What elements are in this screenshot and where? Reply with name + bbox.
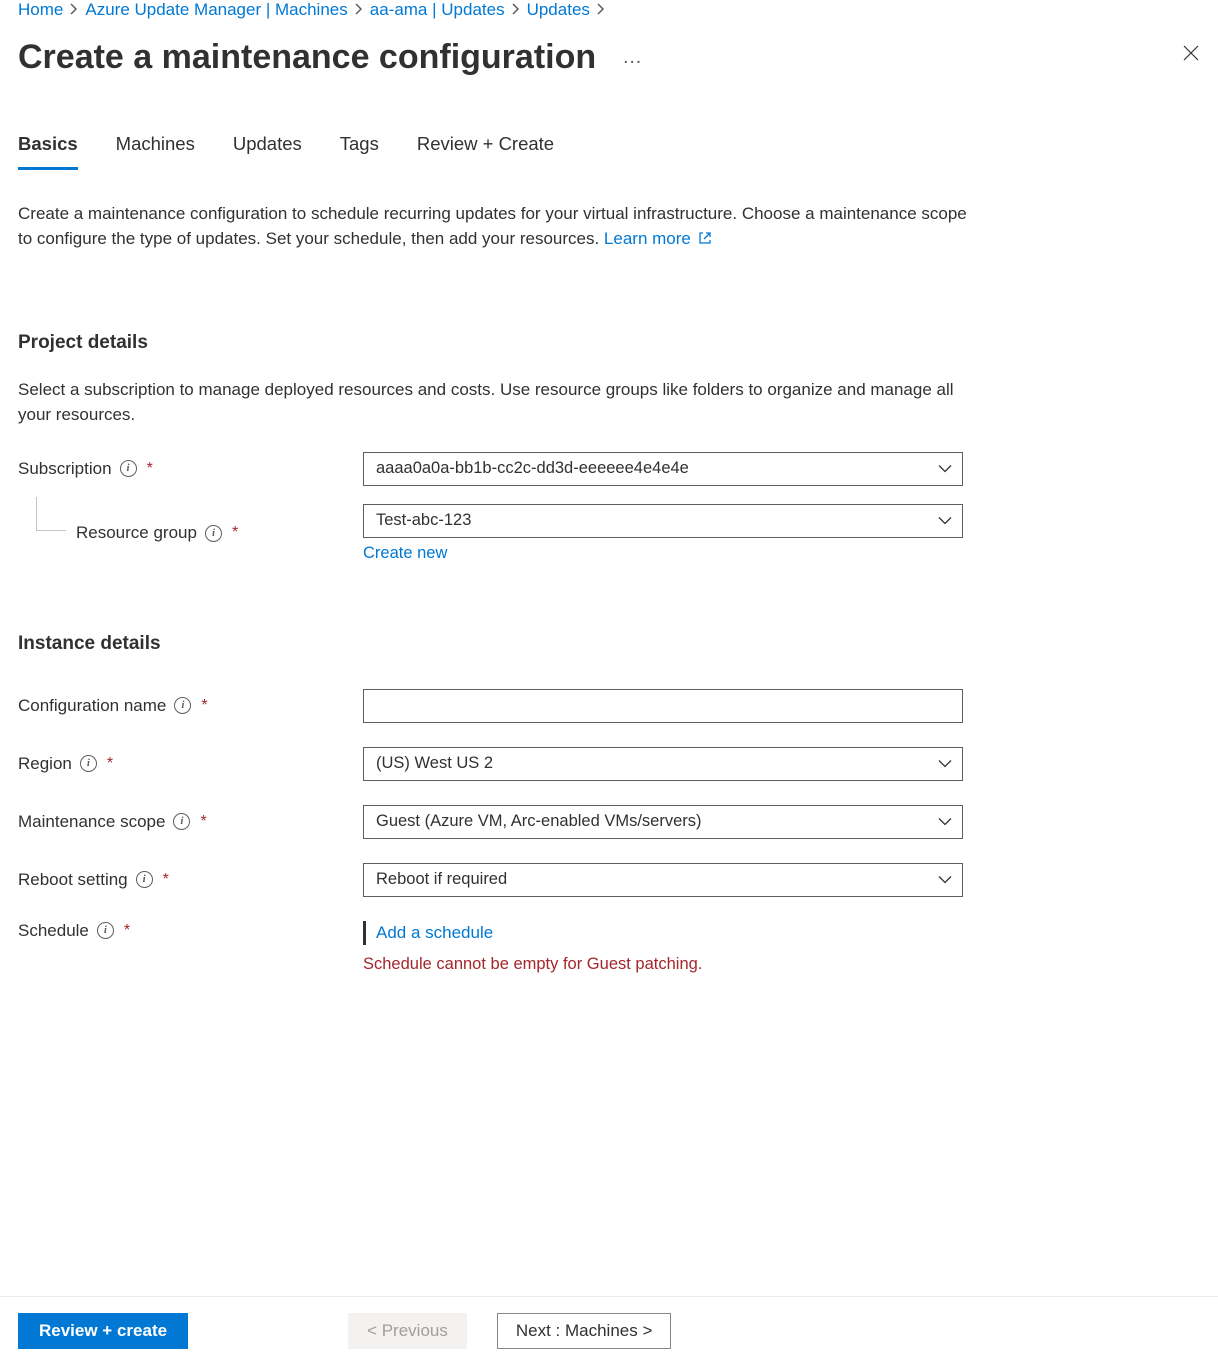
chevron-right-icon	[512, 2, 520, 18]
required-indicator: *	[200, 813, 206, 831]
required-indicator: *	[163, 871, 169, 889]
create-new-link[interactable]: Create new	[363, 544, 963, 563]
breadcrumb: Home Azure Update Manager | Machines aa-…	[18, 0, 1200, 20]
label-schedule: Schedule i *	[18, 921, 363, 941]
label-reboot-setting: Reboot setting i *	[18, 870, 363, 890]
label-resource-group: Resource group i *	[18, 523, 363, 543]
review-create-button[interactable]: Review + create	[18, 1313, 188, 1349]
required-indicator: *	[201, 697, 207, 715]
tab-bar: Basics Machines Updates Tags Review + Cr…	[18, 133, 1200, 170]
reboot-setting-value: Reboot if required	[376, 870, 507, 889]
previous-button: < Previous	[348, 1313, 467, 1349]
section-desc-project-details: Select a subscription to manage deployed…	[18, 378, 958, 427]
close-icon	[1182, 44, 1200, 62]
maintenance-scope-select[interactable]: Guest (Azure VM, Arc-enabled VMs/servers…	[363, 805, 963, 839]
chevron-down-icon	[938, 459, 952, 478]
region-select[interactable]: (US) West US 2	[363, 747, 963, 781]
subscription-value: aaaa0a0a-bb1b-cc2c-dd3d-eeeeee4e4e4e	[376, 459, 689, 478]
label-maintenance-scope: Maintenance scope i *	[18, 812, 363, 832]
add-schedule-link[interactable]: Add a schedule	[376, 923, 963, 943]
info-icon[interactable]: i	[120, 460, 137, 477]
chevron-down-icon	[938, 812, 952, 831]
reboot-setting-select[interactable]: Reboot if required	[363, 863, 963, 897]
chevron-down-icon	[938, 870, 952, 889]
breadcrumb-home[interactable]: Home	[18, 0, 63, 20]
tab-review-create[interactable]: Review + Create	[417, 133, 554, 170]
footer-action-bar: Review + create < Previous Next : Machin…	[0, 1296, 1218, 1371]
more-actions-button[interactable]: …	[622, 46, 644, 69]
required-indicator: *	[232, 524, 238, 542]
info-icon[interactable]: i	[205, 525, 222, 542]
breadcrumb-updates[interactable]: Updates	[527, 0, 590, 20]
info-icon[interactable]: i	[136, 871, 153, 888]
learn-more-link[interactable]: Learn more	[604, 229, 691, 248]
chevron-right-icon	[355, 2, 363, 18]
label-configuration-name: Configuration name i *	[18, 696, 363, 716]
resource-group-value: Test-abc-123	[376, 511, 471, 530]
info-icon[interactable]: i	[97, 922, 114, 939]
schedule-error-text: Schedule cannot be empty for Guest patch…	[363, 955, 963, 974]
subscription-select[interactable]: aaaa0a0a-bb1b-cc2c-dd3d-eeeeee4e4e4e	[363, 452, 963, 486]
section-title-project-details: Project details	[18, 332, 1200, 354]
required-indicator: *	[147, 460, 153, 478]
tab-basics[interactable]: Basics	[18, 133, 78, 170]
tab-updates[interactable]: Updates	[233, 133, 302, 170]
breadcrumb-update-manager[interactable]: Azure Update Manager | Machines	[85, 0, 347, 20]
chevron-right-icon	[597, 2, 605, 18]
chevron-down-icon	[938, 511, 952, 530]
tab-machines[interactable]: Machines	[116, 133, 195, 170]
info-icon[interactable]: i	[174, 697, 191, 714]
label-region: Region i *	[18, 754, 363, 774]
configuration-name-input[interactable]	[363, 689, 963, 723]
required-indicator: *	[124, 922, 130, 940]
external-link-icon	[698, 228, 712, 253]
required-indicator: *	[107, 755, 113, 773]
label-subscription: Subscription i *	[18, 459, 363, 479]
intro-text: Create a maintenance configuration to sc…	[18, 202, 978, 252]
resource-group-select[interactable]: Test-abc-123	[363, 504, 963, 538]
maintenance-scope-value: Guest (Azure VM, Arc-enabled VMs/servers…	[376, 812, 702, 831]
tree-connector-icon	[36, 497, 66, 531]
next-machines-button[interactable]: Next : Machines >	[497, 1313, 672, 1349]
info-icon[interactable]: i	[80, 755, 97, 772]
close-button[interactable]	[1182, 44, 1200, 62]
tab-tags[interactable]: Tags	[340, 133, 379, 170]
info-icon[interactable]: i	[173, 813, 190, 830]
region-value: (US) West US 2	[376, 754, 493, 773]
chevron-down-icon	[938, 754, 952, 773]
page-title: Create a maintenance configuration	[18, 38, 596, 77]
chevron-right-icon	[70, 2, 78, 18]
breadcrumb-aa-ama-updates[interactable]: aa-ama | Updates	[370, 0, 505, 20]
section-title-instance-details: Instance details	[18, 633, 1200, 655]
